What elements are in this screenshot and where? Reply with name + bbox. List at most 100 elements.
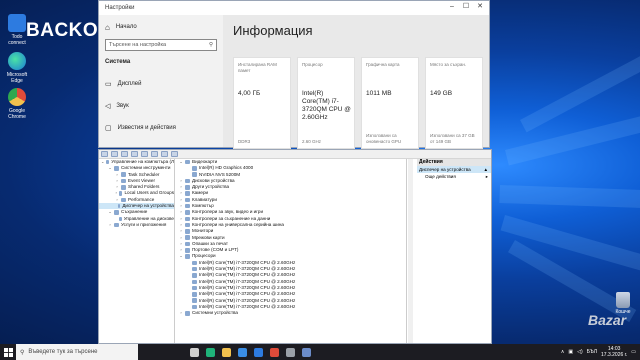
actions-more-item[interactable]: Още действия ▸ xyxy=(417,173,491,180)
nav-home-label: Начало xyxy=(115,24,137,30)
actions-pane: Действия Диспечер на устройства ▲ Още де… xyxy=(417,159,491,343)
device-icon xyxy=(185,216,190,222)
collapsed-chevron-icon[interactable]: › xyxy=(179,310,183,316)
expanded-chevron-icon[interactable]: ⌄ xyxy=(108,209,112,215)
light-beam xyxy=(499,185,640,209)
console-tree-item[interactable]: › Услуги и приложения xyxy=(99,222,174,228)
taskbar-app-settings[interactable] xyxy=(282,344,298,360)
device-icon xyxy=(118,203,121,209)
computer-icon[interactable] xyxy=(171,151,178,157)
device-icon xyxy=(119,216,122,222)
taskbar-app-chrome[interactable] xyxy=(266,344,282,360)
taskbar-search-input[interactable]: ⚲ Въведете тук за търсене xyxy=(16,344,138,360)
mail-icon xyxy=(253,347,263,357)
device-icon xyxy=(114,166,119,171)
device-icon xyxy=(121,172,126,177)
collapsed-chevron-icon[interactable]: › xyxy=(108,222,112,228)
expanded-chevron-icon[interactable]: ⌄ xyxy=(179,253,183,259)
card-sub: 2.60 GHz xyxy=(302,138,322,144)
speaker-icon: ◁ xyxy=(105,103,111,110)
brand-text: BACKO xyxy=(26,20,99,41)
taskbar-app-mgmt[interactable] xyxy=(298,344,314,360)
mgmt-icon xyxy=(301,347,311,357)
device-icon xyxy=(192,279,197,285)
card-sub: Използвани са 37 GB от 149 GB xyxy=(430,133,475,144)
desktop-icon-chrome[interactable]: Google Chrome xyxy=(2,88,32,120)
explorer-icon xyxy=(221,347,231,357)
minimize-icon[interactable]: – xyxy=(445,1,459,13)
display-icon: ▭ xyxy=(105,81,112,88)
device-icon xyxy=(192,285,197,291)
taskbar-app-mail[interactable] xyxy=(250,344,266,360)
taskbar: ⚲ Въведете тук за търсене ∧ ▣ ◁) БЪЛ 14:… xyxy=(0,344,640,360)
chrome-icon xyxy=(269,347,279,357)
device-icon xyxy=(121,178,126,184)
spec-card-storage: Място за съхран. 149 GB Използвани са 37… xyxy=(425,57,483,149)
expanded-chevron-icon[interactable]: ⌄ xyxy=(108,165,112,171)
edge-icon xyxy=(8,52,26,70)
notification-center-icon[interactable]: ▭ xyxy=(631,349,636,355)
device-icon xyxy=(185,191,190,196)
device-icon xyxy=(185,203,190,209)
device-icon xyxy=(185,178,190,184)
expanded-chevron-icon[interactable]: ⌄ xyxy=(179,159,183,165)
actions-selected-item[interactable]: Диспечер на устройства ▲ xyxy=(417,166,491,173)
back-icon[interactable] xyxy=(101,151,108,157)
settings-content: Информация Инсталирана RAM памет 4,00 ГБ… xyxy=(223,15,489,149)
desktop-icon-edge[interactable]: Microsoft Edge xyxy=(2,52,32,84)
network-icon[interactable]: ▣ xyxy=(568,349,573,355)
collapsed-chevron-icon[interactable]: › xyxy=(115,197,119,203)
search-icon: ⚲ xyxy=(208,42,213,48)
toolbar xyxy=(99,150,491,159)
help-icon[interactable] xyxy=(151,151,158,157)
language-indicator[interactable]: БЪЛ xyxy=(587,349,597,355)
maximize-icon[interactable]: ☐ xyxy=(459,1,473,13)
console-tree: ⌄ Управление на компютъра (Л ⌄ Системни инс… xyxy=(99,159,175,343)
nav-item-notifications[interactable]: ▢ Известия и действия xyxy=(99,117,223,139)
start-button[interactable] xyxy=(0,344,16,360)
device-icon xyxy=(185,159,190,165)
search-icon: ⚲ xyxy=(20,349,25,356)
nav-item-label: Звук xyxy=(116,103,129,109)
volume-icon[interactable]: ◁) xyxy=(577,349,583,355)
taskbar-app-edge[interactable] xyxy=(202,344,218,360)
tree-node-label: Системни устройства xyxy=(192,310,238,316)
device-icon xyxy=(185,185,190,190)
device-icon xyxy=(185,229,190,234)
show-hide-tree-icon[interactable] xyxy=(131,151,138,157)
recycle-bin-icon xyxy=(616,292,630,308)
up-icon[interactable] xyxy=(121,151,128,157)
spec-card-gpu: Графична карта 1011 MB Използвани са оно… xyxy=(361,57,419,149)
device-tree-scrollbar[interactable] xyxy=(408,159,413,343)
card-sub: DDR3 xyxy=(238,138,251,144)
scan-hardware-icon[interactable] xyxy=(161,151,168,157)
device-icon xyxy=(192,292,197,297)
forward-icon[interactable] xyxy=(111,151,118,157)
card-value: Intel(R) Core(TM) i7-3720QM CPU @ 2.60GH… xyxy=(302,90,351,121)
settings-search-input[interactable]: Търсене на настройка ⚲ xyxy=(105,39,217,51)
chevron-up-icon[interactable]: ∧ xyxy=(561,349,565,355)
device-tree-item[interactable]: › Системни устройства xyxy=(177,310,406,316)
desktop-icon-todo[interactable]: Todo connect xyxy=(2,14,32,46)
expanded-chevron-icon[interactable]: ⌄ xyxy=(101,159,104,165)
device-icon xyxy=(192,304,197,310)
device-icon xyxy=(185,248,190,253)
close-icon[interactable]: ✕ xyxy=(473,1,487,13)
nav-home[interactable]: ⌂ Начало xyxy=(99,19,223,35)
nav-item-display[interactable]: ▭ Дисплей xyxy=(99,73,223,95)
settings-window: Настройки – ☐ ✕ ⌂ Начало Търсене на наст… xyxy=(98,0,490,149)
taskbar-app-task-view[interactable] xyxy=(186,344,202,360)
device-icon xyxy=(192,273,197,278)
properties-icon[interactable] xyxy=(141,151,148,157)
edge-icon xyxy=(205,347,215,357)
page-title: Информация xyxy=(233,23,313,38)
nav-item-sound[interactable]: ◁ Звук xyxy=(99,95,223,117)
settings-titlebar[interactable]: Настройки xyxy=(99,1,489,15)
taskbar-app-store[interactable] xyxy=(234,344,250,360)
clock-date: 17.3.2026 г. xyxy=(601,352,628,358)
clock[interactable]: 14:03 17.3.2026 г. xyxy=(601,346,627,358)
device-icon xyxy=(185,254,190,259)
device-icon xyxy=(192,298,197,303)
taskbar-app-explorer[interactable] xyxy=(218,344,234,360)
section-title: Система xyxy=(105,59,131,65)
